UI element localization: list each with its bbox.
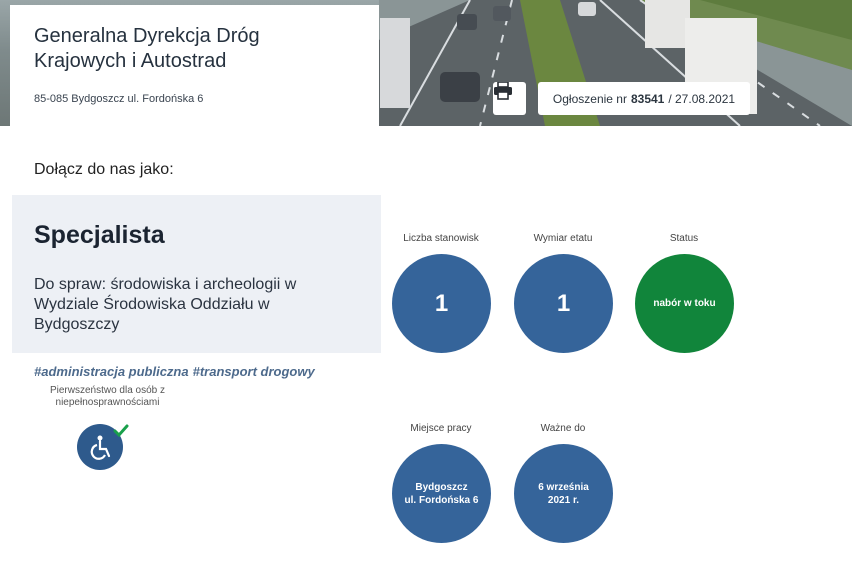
checkmark-icon [113,424,129,438]
status-value: nabór w toku [653,298,716,309]
workplace-city: Bydgoszcz [415,481,468,493]
positions-count-circle: 1 [392,254,491,353]
announcement-number: Ogłoszenie nr 83541 / 27.08.2021 [538,82,750,115]
positions-label: Liczba stanowisk [403,233,479,244]
fte-label: Wymiar etatu [533,233,593,244]
position-title: Specjalista [34,221,165,249]
valid-until-year: 2021 r. [547,494,580,506]
status-label: Status [669,233,699,244]
valid-until-circle: 6 września 2021 r. [514,444,613,543]
announcement-id: 83541 [630,91,665,106]
position-description: Do spraw: środowiska i archeologii w Wyd… [34,276,297,333]
status-circle: nabór w toku [635,254,734,353]
tag-administration[interactable]: #administracja publiczna [34,364,189,379]
position-panel: Specjalista Do spraw: środowiska i arche… [12,195,381,353]
organization-name: Generalna Dyrekcja Dróg Krajowych i Auto… [34,25,260,72]
workplace-circle: Bydgoszcz ul. Fordońska 6 [392,444,491,543]
organization-address: 85-085 Bydgoszcz ul. Fordońska 6 [34,93,204,105]
tag-transport[interactable]: #transport drogowy [193,364,315,379]
header-banner: Generalna Dyrekcja Dróg Krajowych i Auto… [0,0,852,126]
tag-list: #administracja publiczna #transport drogo… [34,364,319,379]
organization-card: Generalna Dyrekcja Dróg Krajowych i Auto… [10,5,379,126]
announcement-label: Ogłoszenie nr [552,91,627,106]
announcement-date: / 27.08.2021 [668,91,736,106]
valid-until-day: 6 września [538,481,589,493]
printer-icon [494,82,512,100]
disability-priority-text: Pierwszeństwo dla osób z niepełnosprawno… [49,385,166,408]
workplace-street: ul. Fordońska 6 [404,494,479,506]
valid-until-label: Ważne do [540,423,586,434]
fte-circle: 1 [514,254,613,353]
fte-value: 1 [556,289,571,317]
workplace-label: Miejsce pracy [410,423,472,434]
join-heading: Dołącz do nas jako: [34,161,174,178]
print-button[interactable] [493,82,526,115]
positions-count: 1 [434,289,449,317]
